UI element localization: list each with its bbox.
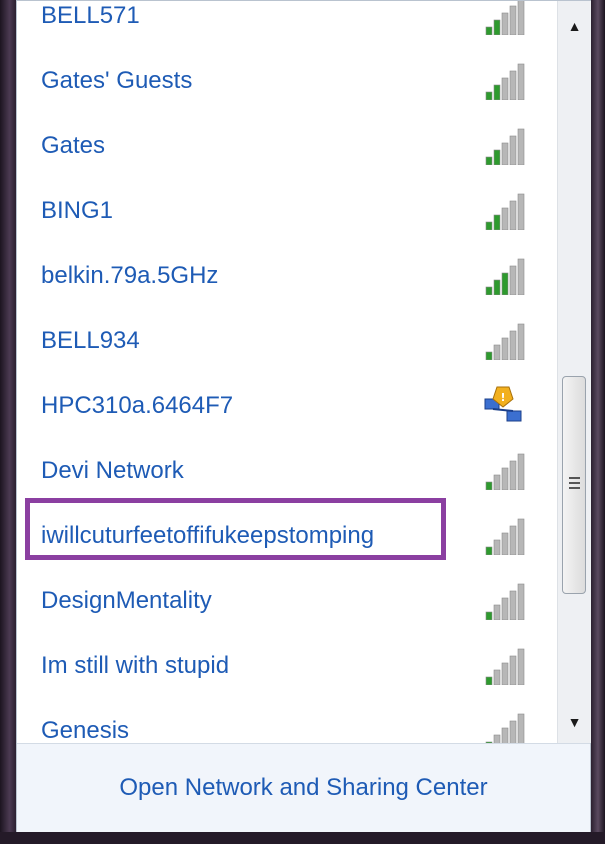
network-list: BELL571 Gates' Guests Gates BING1 belkin.79a… bbox=[17, 1, 557, 743]
network-name: BELL934 bbox=[41, 326, 140, 354]
scroll-down-arrow-icon[interactable]: ▼ bbox=[558, 707, 591, 737]
scroll-up-arrow-icon[interactable]: ▲ bbox=[558, 11, 591, 41]
network-item[interactable]: BELL934 bbox=[17, 308, 557, 373]
signal-strength-icon bbox=[483, 127, 527, 165]
network-name: belkin.79a.5GHz bbox=[41, 261, 219, 289]
signal-strength-icon bbox=[483, 712, 527, 743]
window-edge-left bbox=[0, 0, 16, 844]
open-network-sharing-center-link[interactable]: Open Network and Sharing Center bbox=[17, 774, 590, 802]
svg-text:!: ! bbox=[500, 391, 505, 404]
signal-strength-icon bbox=[483, 582, 527, 620]
network-item[interactable]: DesignMentality bbox=[17, 568, 557, 633]
network-item[interactable]: Devi Network bbox=[17, 438, 557, 503]
signal-strength-icon bbox=[483, 322, 527, 360]
network-name: iwillcuturfeetoffifukeepstomping bbox=[41, 521, 375, 549]
network-item[interactable]: Gates' Guests bbox=[17, 48, 557, 113]
security-warning-network-icon: ! bbox=[479, 385, 529, 427]
scrollbar-grip-icon bbox=[569, 477, 580, 491]
window-edge-bottom bbox=[0, 832, 605, 844]
scrollbar-thumb[interactable] bbox=[562, 376, 586, 594]
network-item[interactable]: BING1 bbox=[17, 178, 557, 243]
network-item[interactable]: belkin.79a.5GHz bbox=[17, 243, 557, 308]
wireless-networks-panel: BELL571 Gates' Guests Gates BING1 belkin.79a… bbox=[16, 0, 591, 832]
signal-strength-icon bbox=[483, 192, 527, 230]
signal-strength-icon bbox=[483, 62, 527, 100]
network-name: Gates' Guests bbox=[41, 66, 193, 94]
panel-footer: Open Network and Sharing Center bbox=[17, 743, 590, 832]
signal-strength-icon bbox=[483, 452, 527, 490]
signal-strength-icon bbox=[483, 647, 527, 685]
window-edge-right bbox=[591, 0, 605, 844]
network-item[interactable]: Gates bbox=[17, 113, 557, 178]
network-item[interactable]: BELL571 bbox=[17, 1, 557, 48]
network-name: Im still with stupid bbox=[41, 651, 230, 679]
network-name: Genesis bbox=[41, 716, 130, 744]
network-name: BELL571 bbox=[41, 1, 140, 29]
scrollbar[interactable]: ▲ ▼ bbox=[557, 1, 591, 743]
network-name: HPC310a.6464F7 bbox=[41, 391, 234, 419]
network-name: Devi Network bbox=[41, 456, 184, 484]
network-name: DesignMentality bbox=[41, 586, 212, 614]
network-name: BING1 bbox=[41, 196, 114, 224]
network-name: Gates bbox=[41, 131, 106, 159]
signal-strength-icon bbox=[483, 257, 527, 295]
signal-strength-icon bbox=[483, 1, 527, 35]
network-item[interactable]: iwillcuturfeetoffifukeepstomping bbox=[17, 503, 557, 568]
network-item[interactable]: Genesis bbox=[17, 698, 557, 743]
signal-strength-icon bbox=[483, 517, 527, 555]
network-item[interactable]: HPC310a.6464F7! bbox=[17, 373, 557, 438]
network-item[interactable]: Im still with stupid bbox=[17, 633, 557, 698]
